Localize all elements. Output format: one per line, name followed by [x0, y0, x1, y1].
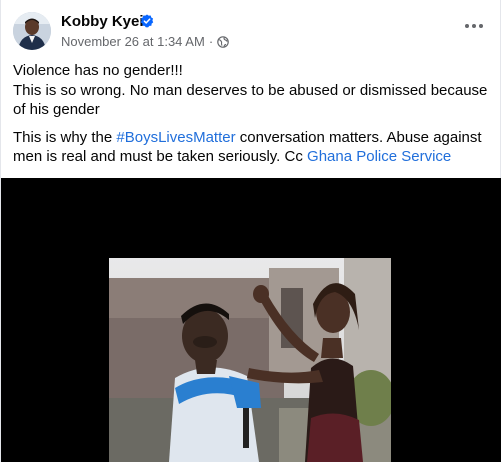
video-player[interactable]	[1, 178, 501, 462]
facebook-post: Kobby Kyei November 26 at 1:34 AM · Viol…	[0, 0, 501, 462]
post-line-1: Violence has no gender!!!	[13, 62, 183, 79]
para2-prefix: This is why the	[13, 128, 117, 146]
video-frame[interactable]	[109, 258, 391, 462]
hashtag-link[interactable]: #BoysLivesMatter	[116, 129, 235, 146]
author-name[interactable]: Kobby Kyei	[61, 13, 144, 30]
post-meta: November 26 at 1:34 AM ·	[61, 34, 229, 49]
verified-badge-icon	[140, 14, 154, 28]
more-options-icon[interactable]	[460, 16, 488, 36]
post-timestamp[interactable]: November 26 at 1:34 AM	[61, 34, 205, 49]
meta-separator: ·	[208, 34, 214, 49]
post-header: Kobby Kyei November 26 at 1:34 AM ·	[13, 10, 488, 54]
author-avatar[interactable]	[13, 12, 51, 50]
post-text: Violence has no gender!!! This is so wro…	[13, 61, 489, 167]
mention-link[interactable]: Ghana Police Service	[307, 148, 451, 165]
post-paragraph-2: This is why the #BoysLivesMatter convers…	[13, 128, 489, 167]
post-line-2: This is so wrong. No man deserves to be …	[13, 81, 488, 119]
video-thumbnail	[109, 258, 391, 462]
globe-icon[interactable]	[217, 35, 229, 48]
